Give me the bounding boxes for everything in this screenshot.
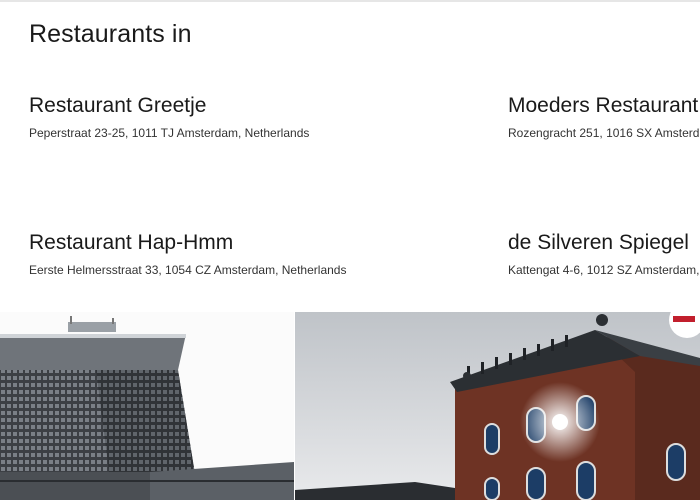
page: Restaurants in Restaurant Greetje Pepers… [0, 0, 700, 500]
restaurant-name[interactable]: Moeders Restaurant [508, 94, 700, 118]
restaurant-address: Eerste Helmersstraat 33, 1054 CZ Amsterd… [29, 263, 347, 277]
top-divider [0, 0, 700, 2]
restaurant-name[interactable]: Restaurant Greetje [29, 94, 309, 118]
restaurant-photo-tower[interactable] [0, 312, 294, 500]
restaurant-address: Kattengat 4-6, 1012 SZ Amsterdam, Nether… [508, 263, 700, 277]
restaurant-address: Peperstraat 23-25, 1011 TJ Amsterdam, Ne… [29, 126, 310, 140]
restaurant-name[interactable]: de Silveren Spiegel [508, 231, 700, 255]
tower-building-image [0, 312, 294, 500]
restaurant-photo-brick[interactable] [295, 312, 700, 500]
restaurant-card[interactable]: de Silveren Spiegel Kattengat 4-6, 1012 … [508, 231, 700, 277]
restaurant-card[interactable]: Restaurant Hap-Hmm Eerste Helmersstraat … [29, 231, 346, 277]
section-title: Restaurants in [29, 20, 192, 48]
brick-building-image [295, 312, 700, 500]
restaurant-name[interactable]: Restaurant Hap-Hmm [29, 231, 346, 255]
restaurant-card[interactable]: Restaurant Greetje Peperstraat 23-25, 10… [29, 94, 309, 140]
restaurant-address: Rozengracht 251, 1016 SX Amsterdam, Neth… [508, 126, 700, 140]
logo-badge-icon [673, 316, 695, 322]
restaurant-card[interactable]: Moeders Restaurant Rozengracht 251, 1016… [508, 94, 700, 140]
